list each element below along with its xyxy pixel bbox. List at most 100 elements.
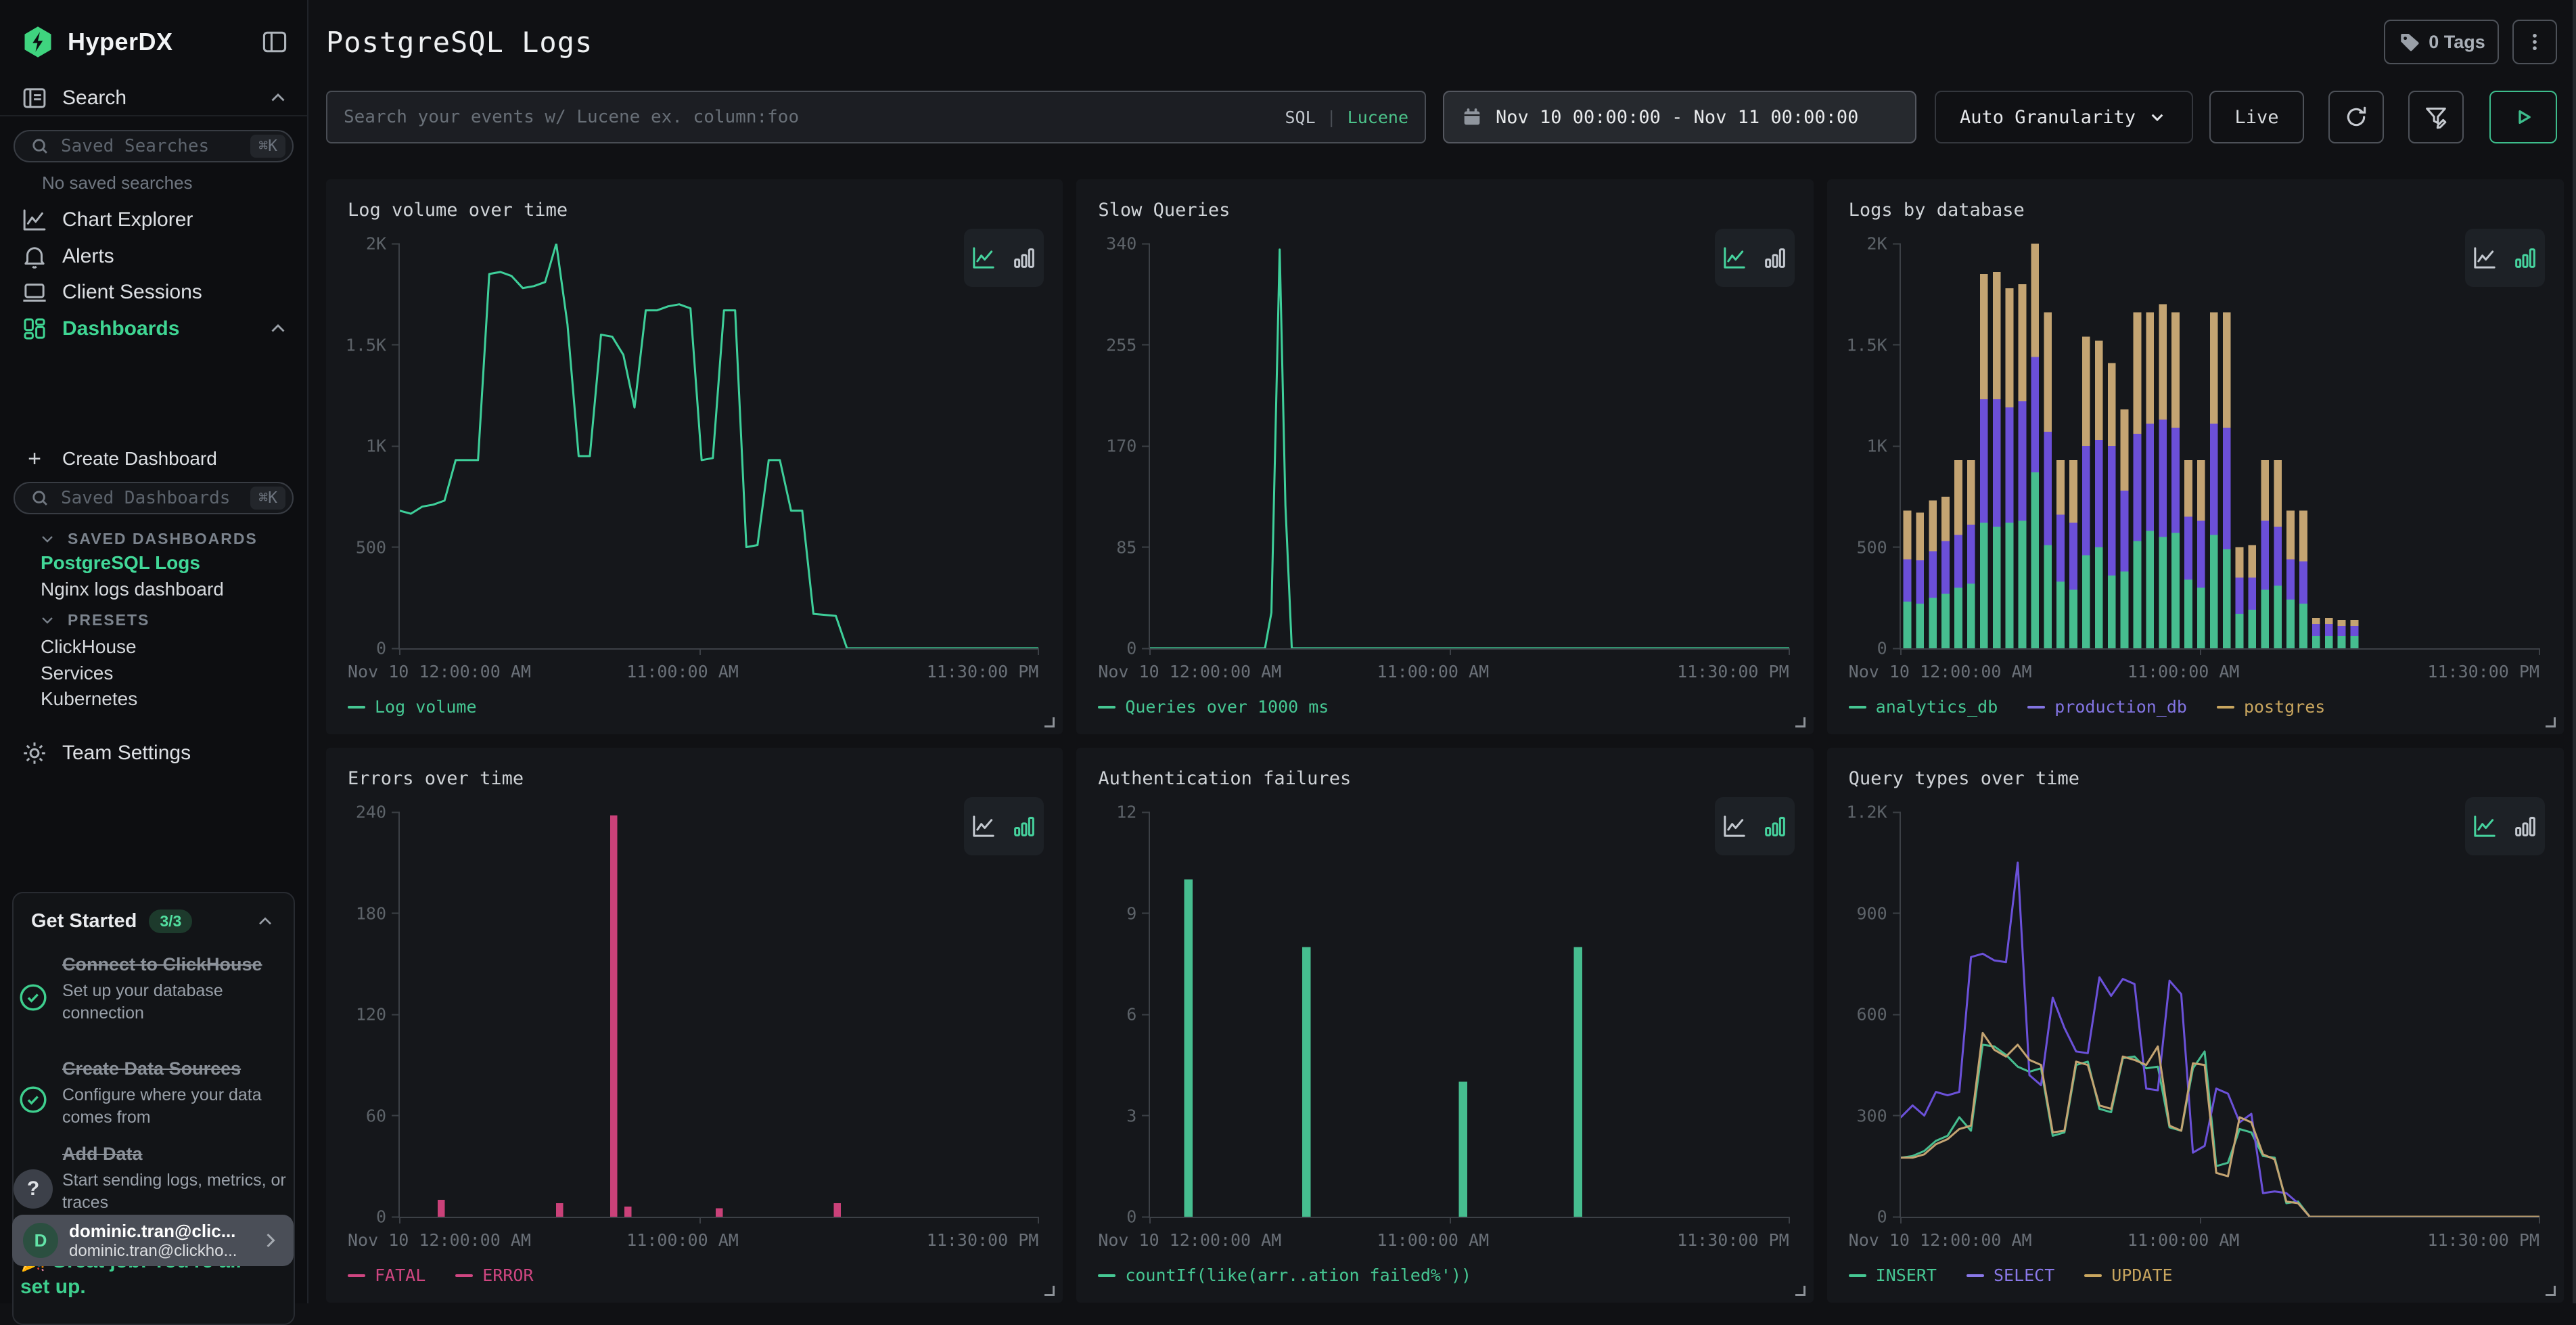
legend-label: countIf(like(arr..ation failed%')) — [1125, 1265, 1471, 1285]
live-button[interactable]: Live — [2209, 91, 2304, 143]
sidebar-link-nginx-dashboard[interactable]: Nginx logs dashboard — [41, 579, 224, 600]
y-axis-tick-label: 85 — [1116, 537, 1150, 557]
x-axis-tick — [1789, 1217, 1790, 1223]
sql-mode-toggle[interactable]: SQL — [1285, 108, 1315, 127]
chart-legend: analytics_dbproduction_dbpostgres — [1849, 697, 2326, 717]
saved-searches-input[interactable]: Saved Searches ⌘K — [14, 130, 294, 162]
bar-chart-toggle-icon[interactable] — [2512, 813, 2539, 840]
sidebar-item-team-settings[interactable]: Team Settings — [0, 738, 307, 769]
get-started-item-desc: Configure where your data comes from — [62, 1084, 294, 1129]
magnifier-icon — [28, 487, 51, 510]
date-range-picker[interactable]: Nov 10 00:00:00 - Nov 11 00:00:00 — [1443, 91, 1916, 143]
bar-chart-toggle-icon[interactable] — [1762, 813, 1789, 840]
help-button[interactable]: ? — [14, 1169, 53, 1209]
refresh-button[interactable] — [2328, 91, 2384, 143]
x-axis-tick — [399, 648, 400, 655]
chart-plot[interactable]: 1.2K9006003000 — [1900, 812, 2539, 1218]
get-started-item-connect[interactable]: Connect to ClickHouse Set up your databa… — [18, 953, 294, 1025]
line-chart-toggle-icon[interactable] — [1721, 244, 1748, 271]
chart-title: Log volume over time — [348, 200, 568, 221]
magnifier-icon — [28, 135, 51, 158]
sidebar-link-kubernetes[interactable]: Kubernetes — [41, 688, 137, 710]
dashboard-menu-button[interactable] — [2512, 20, 2557, 64]
resize-handle[interactable] — [1795, 1286, 1806, 1296]
granularity-select[interactable]: Auto Granularity — [1935, 91, 2193, 143]
chart-plot[interactable]: 340255170850 — [1149, 244, 1789, 650]
sidebar-link-services[interactable]: Services — [41, 662, 113, 684]
x-axis-tick — [399, 1217, 400, 1223]
chart-legend: FATALERROR — [348, 1265, 534, 1285]
legend-label: INSERT — [1876, 1265, 1937, 1285]
bar-chart-toggle-icon[interactable] — [1762, 244, 1789, 271]
create-dashboard-button[interactable]: + Create Dashboard — [0, 443, 307, 474]
chevron-up-icon[interactable] — [267, 87, 290, 110]
saved-dashboards-input[interactable]: Saved Dashboards ⌘K — [14, 482, 294, 514]
y-axis-tick-label: 0 — [1126, 1207, 1150, 1227]
user-menu[interactable]: D dominic.tran@clic... dominic.tran@clic… — [12, 1215, 294, 1266]
y-axis-tick-label: 1K — [366, 436, 400, 456]
bar-chart-toggle-icon[interactable] — [1011, 244, 1038, 271]
collapse-sidebar-icon[interactable] — [260, 27, 290, 57]
x-axis-tick — [1149, 1217, 1151, 1223]
sidebar-link-postgresql-logs[interactable]: PostgreSQL Logs — [41, 552, 200, 574]
sidebar-item-label: Search — [62, 87, 253, 110]
sidebar-item-label: Chart Explorer — [62, 208, 290, 231]
x-axis-tick-label: 11:00:00 AM — [626, 1230, 739, 1250]
line-chart-toggle-icon[interactable] — [970, 813, 997, 840]
y-axis-tick-label: 500 — [1857, 537, 1901, 557]
sidebar-item-dashboards[interactable]: Dashboards — [0, 313, 307, 344]
chart-card-errors-over-time: Errors over time240180120600Nov 10 12:00… — [326, 748, 1063, 1303]
line-chart-toggle-icon[interactable] — [2471, 244, 2498, 271]
get-started-item-add-data[interactable]: Add Data Start sending logs, metrics, or… — [18, 1142, 294, 1214]
hyperdx-logo-icon — [20, 24, 55, 60]
x-axis-tick-label: 11:00:00 AM — [1377, 662, 1490, 681]
event-search-input[interactable]: Search your events w/ Lucene ex. column:… — [326, 91, 1426, 143]
filter-button[interactable] — [2408, 91, 2464, 143]
x-axis-tick-label: Nov 10 12:00:00 AM — [348, 662, 531, 681]
x-axis-tick-label: 11:00:00 AM — [2128, 662, 2240, 681]
y-axis-tick-label: 12 — [1116, 803, 1150, 822]
run-query-button[interactable] — [2489, 91, 2557, 143]
y-axis-tick-label: 170 — [1106, 436, 1150, 456]
resize-handle[interactable] — [1795, 717, 1806, 727]
x-axis-tick — [1900, 648, 1902, 655]
chart-plot[interactable]: 2K1.5K1K5000 — [398, 244, 1038, 650]
chart-card-log-volume: Log volume over time 2K1.5K1K5000 Nov 10 1… — [326, 179, 1063, 734]
resize-handle[interactable] — [1044, 717, 1055, 727]
saved-dashboards-header[interactable]: SAVED DASHBOARDS — [38, 529, 258, 548]
x-axis-labels: Nov 10 12:00:00 AM11:00:00 AM11:30:00 PM — [1849, 662, 2539, 685]
chart-plot[interactable]: 2K1.5K1K5000 — [1900, 244, 2539, 650]
line-chart-toggle-icon[interactable] — [2471, 813, 2498, 840]
scrollbar-track[interactable] — [2573, 0, 2576, 1303]
line-chart-toggle-icon[interactable] — [970, 244, 997, 271]
sidebar-item-alerts[interactable]: Alerts — [0, 241, 307, 272]
x-axis-labels: Nov 10 12:00:00 AM11:00:00 AM11:30:00 PM — [348, 662, 1038, 685]
sidebar-item-chart-explorer[interactable]: Chart Explorer — [0, 204, 307, 235]
presets-header[interactable]: PRESETS — [38, 610, 150, 629]
line-chart-toggle-icon[interactable] — [1721, 813, 1748, 840]
resize-handle[interactable] — [2546, 717, 2556, 727]
get-started-item-sources[interactable]: Create Data Sources Configure where your… — [18, 1057, 294, 1129]
chevron-up-icon[interactable] — [267, 317, 290, 340]
x-axis-tick-label: 11:30:00 PM — [1677, 1230, 1789, 1250]
y-axis-tick-label: 240 — [356, 803, 400, 822]
resize-handle[interactable] — [2546, 1286, 2556, 1296]
tags-button[interactable]: 0 Tags — [2384, 20, 2499, 64]
chart-plot[interactable]: 129630 — [1149, 812, 1789, 1218]
y-axis-tick-label: 2K — [366, 234, 400, 254]
chart-plot[interactable]: 240180120600 — [398, 812, 1038, 1218]
resize-handle[interactable] — [1044, 1286, 1055, 1296]
bar-chart-toggle-icon[interactable] — [2512, 244, 2539, 271]
x-axis-tick-label: 11:00:00 AM — [626, 662, 739, 681]
legend-item: countIf(like(arr..ation failed%')) — [1098, 1265, 1471, 1285]
chart-type-toggle — [964, 797, 1044, 855]
bar-chart-toggle-icon[interactable] — [1011, 813, 1038, 840]
sidebar-item-client-sessions[interactable]: Client Sessions — [0, 277, 307, 308]
sidebar-link-clickhouse[interactable]: ClickHouse — [41, 636, 137, 658]
legend-label: Log volume — [375, 697, 477, 717]
x-axis-tick — [1149, 648, 1151, 655]
sidebar-divider — [0, 115, 307, 116]
lucene-mode-toggle[interactable]: Lucene — [1348, 108, 1408, 127]
chevron-up-icon[interactable] — [254, 911, 276, 933]
sidebar-item-search[interactable]: Search — [0, 83, 307, 114]
